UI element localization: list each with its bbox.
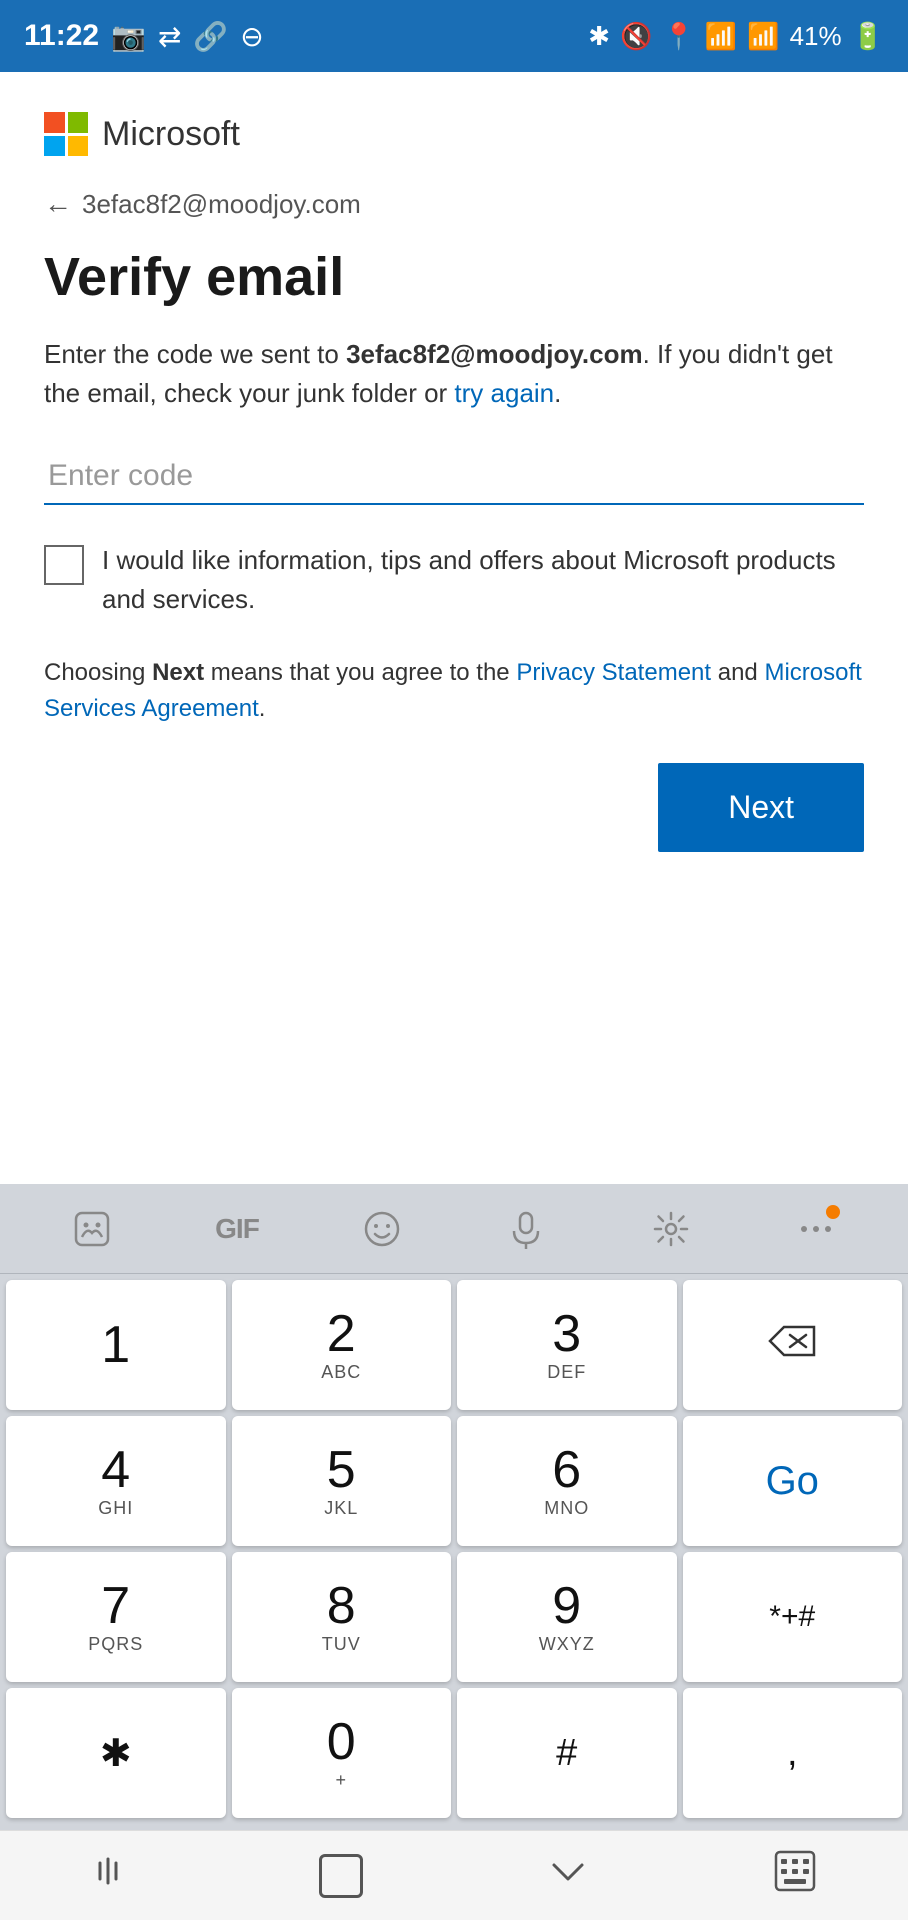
key-row-2: 4 GHI 5 JKL 6 MNO Go (6, 1416, 902, 1546)
notification-dot (826, 1205, 840, 1219)
agreement-prefix: Choosing (44, 659, 152, 686)
recent-nav-button[interactable] (516, 1839, 620, 1912)
agreement-and: and (711, 659, 764, 686)
location-icon: 📍 (662, 21, 694, 52)
key-asterisk[interactable]: ✱ (6, 1688, 226, 1818)
back-email: 3efac8f2@moodjoy.com (82, 189, 361, 220)
key-go[interactable]: Go (683, 1416, 903, 1546)
key-symbols[interactable]: *+# (683, 1552, 903, 1682)
wifi-icon: ⇄ (158, 20, 181, 53)
key-5[interactable]: 5 JKL (232, 1416, 452, 1546)
bluetooth-icon: ✱ (588, 21, 610, 52)
button-row: Next (44, 763, 864, 852)
agreement-middle: means that you agree to the (204, 659, 516, 686)
phone-keyboard: 1 2 ABC 3 DEF (0, 1274, 908, 1830)
more-icon[interactable] (786, 1199, 846, 1259)
ms-green-square (68, 112, 89, 133)
settings-icon[interactable] (641, 1199, 701, 1259)
key-6[interactable]: 6 MNO (457, 1416, 677, 1546)
checkbox-label: I would like information, tips and offer… (102, 541, 864, 619)
key-row-3: 7 PQRS 8 TUV 9 WXYZ *+# (6, 1552, 902, 1682)
key-comma[interactable]: , (683, 1688, 903, 1818)
try-again-link[interactable]: try again (454, 378, 554, 408)
microsoft-logo: Microsoft (44, 112, 864, 156)
minus-icon: ⊖ (240, 20, 263, 53)
ms-logo-grid (44, 112, 88, 156)
status-bar: 11:22 📷 ⇄ 🔗 ⊖ ✱ 🔇 📍 📶 📶 41% 🔋 (0, 0, 908, 72)
keyboard-toolbar: GIF (0, 1184, 908, 1274)
key-8[interactable]: 8 TUV (232, 1552, 452, 1682)
code-input-container (44, 449, 864, 505)
back-link[interactable]: ← 3efac8f2@moodjoy.com (44, 188, 864, 220)
code-input[interactable] (44, 449, 864, 505)
description: Enter the code we sent to 3efac8f2@moodj… (44, 335, 864, 413)
status-time: 11:22 (24, 19, 99, 53)
key-backspace[interactable] (683, 1280, 903, 1410)
description-email: 3efac8f2@moodjoy.com (346, 339, 643, 369)
key-hash[interactable]: # (457, 1688, 677, 1818)
wifi-signal-icon: 📶 (705, 21, 737, 52)
signal-bars-icon: 📶 (747, 21, 779, 52)
key-3[interactable]: 3 DEF (457, 1280, 677, 1410)
keyboard-nav-button[interactable] (743, 1839, 847, 1912)
privacy-statement-link[interactable]: Privacy Statement (516, 659, 711, 686)
mute-icon: 🔇 (620, 21, 652, 52)
description-end: . (554, 378, 561, 408)
key-1[interactable]: 1 (6, 1280, 226, 1410)
key-0[interactable]: 0 + (232, 1688, 452, 1818)
back-nav-button[interactable] (62, 1839, 166, 1912)
agreement-text: Choosing Next means that you agree to th… (44, 655, 864, 727)
bottom-nav (0, 1830, 908, 1920)
battery-icon: 🔋 (852, 21, 884, 52)
link-icon: 🔗 (193, 20, 228, 53)
keyboard-area: GIF (0, 1184, 908, 1920)
key-4[interactable]: 4 GHI (6, 1416, 226, 1546)
back-arrow-icon: ← (44, 188, 72, 220)
sticker-icon[interactable] (62, 1199, 122, 1259)
microphone-icon[interactable] (496, 1199, 556, 1259)
ms-logo-text: Microsoft (102, 115, 240, 154)
emoji-icon[interactable] (352, 1199, 412, 1259)
key-row-1: 1 2 ABC 3 DEF (6, 1280, 902, 1410)
ms-red-square (44, 112, 65, 133)
gif-icon[interactable]: GIF (207, 1199, 267, 1259)
key-2[interactable]: 2 ABC (232, 1280, 452, 1410)
ms-yellow-square (68, 136, 89, 157)
key-row-4: ✱ 0 + # , (6, 1688, 902, 1818)
marketing-checkbox[interactable] (44, 545, 84, 585)
key-9[interactable]: 9 WXYZ (457, 1552, 677, 1682)
main-content: Microsoft ← 3efac8f2@moodjoy.com Verify … (0, 72, 908, 882)
battery-percent: 41% (790, 21, 842, 52)
checkbox-row: I would like information, tips and offer… (44, 541, 864, 619)
agreement-suffix: . (259, 695, 266, 722)
page-title: Verify email (44, 248, 864, 307)
home-nav-button[interactable] (289, 1844, 393, 1908)
next-button[interactable]: Next (658, 763, 864, 852)
key-7[interactable]: 7 PQRS (6, 1552, 226, 1682)
screen-icon: 📷 (111, 20, 146, 53)
description-start: Enter the code we sent to (44, 339, 346, 369)
agreement-next-bold: Next (152, 659, 204, 686)
ms-blue-square (44, 136, 65, 157)
